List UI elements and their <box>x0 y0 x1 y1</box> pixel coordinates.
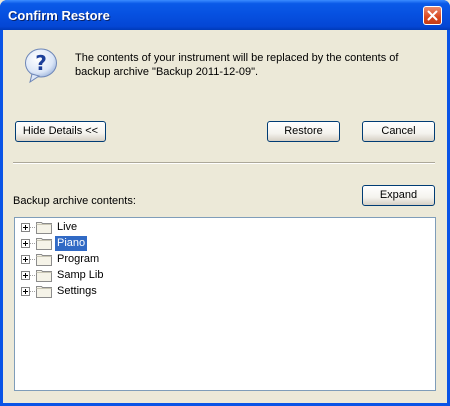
message-line-2: backup archive "Backup 2011-12-09". <box>75 66 259 78</box>
expand-plus-icon[interactable] <box>21 287 30 296</box>
folder-icon <box>36 286 52 298</box>
confirm-restore-dialog: Confirm Restore ? The contents of your i… <box>0 0 450 406</box>
archive-contents-label: Backup archive contents: <box>13 195 136 207</box>
tree-connector <box>30 227 35 228</box>
tree-connector <box>30 243 35 244</box>
expand-plus-icon[interactable] <box>21 255 30 264</box>
tree-item-label: Piano <box>55 236 88 251</box>
folder-icon <box>36 270 52 282</box>
folder-icon <box>36 254 52 266</box>
divider <box>13 162 435 164</box>
folder-icon <box>36 238 52 250</box>
hide-details-button[interactable]: Hide Details << <box>15 121 106 142</box>
svg-text:?: ? <box>35 51 47 75</box>
folder-icon <box>36 222 52 234</box>
close-button[interactable] <box>423 6 442 25</box>
cancel-button[interactable]: Cancel <box>362 121 435 142</box>
tree-item-label: Samp Lib <box>57 269 104 281</box>
restore-button[interactable]: Restore <box>267 121 340 142</box>
expand-plus-icon[interactable] <box>21 271 30 280</box>
confirmation-message: The contents of your instrument will be … <box>75 51 435 79</box>
archive-tree[interactable]: Live Piano Program Samp Lib Settings <box>14 217 436 391</box>
title-bar[interactable]: Confirm Restore <box>0 0 450 30</box>
tree-connector <box>30 275 35 276</box>
tree-connector <box>30 291 35 292</box>
expand-plus-icon[interactable] <box>21 223 30 232</box>
message-line-1: The contents of your instrument will be … <box>75 52 399 64</box>
close-icon <box>427 10 438 21</box>
tree-item-label: Live <box>57 221 78 233</box>
question-icon: ? <box>25 48 57 84</box>
tree-item-label: Settings <box>57 285 97 297</box>
tree-item-label: Program <box>57 253 100 265</box>
window-title: Confirm Restore <box>8 8 110 23</box>
expand-plus-icon[interactable] <box>21 239 30 248</box>
expand-button[interactable]: Expand <box>362 185 435 206</box>
tree-connector <box>30 259 35 260</box>
dialog-body: ? The contents of your instrument will b… <box>3 30 447 403</box>
